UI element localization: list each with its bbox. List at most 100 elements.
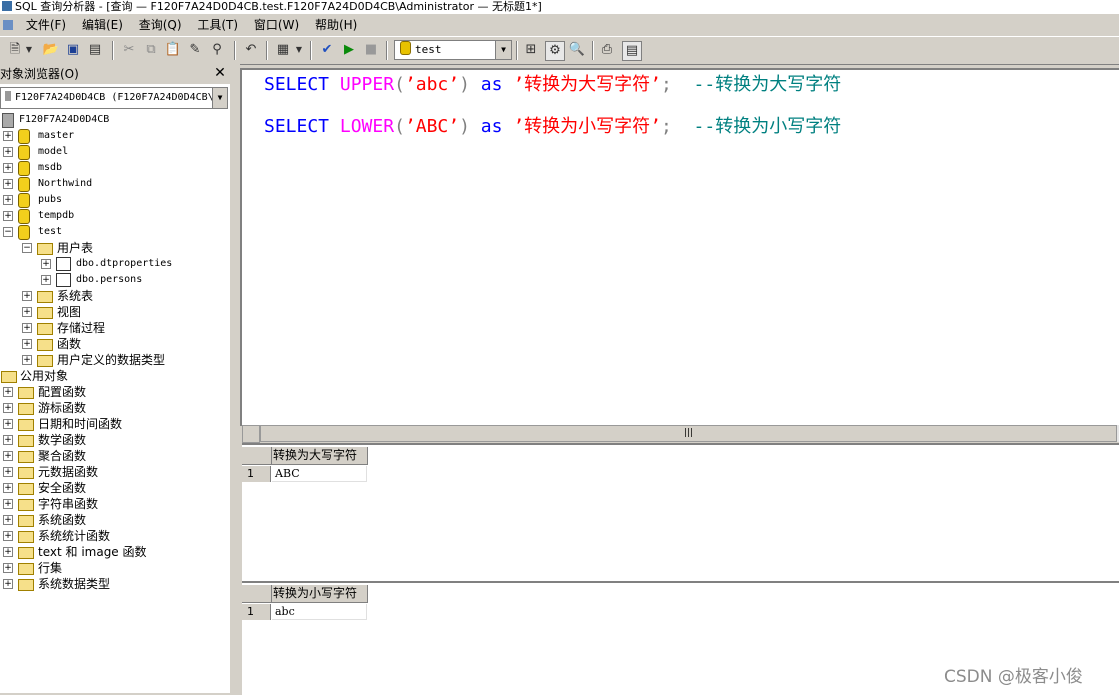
tree-item-label: dbo.dtproperties: [76, 258, 173, 269]
expand-icon[interactable]: +: [3, 419, 13, 429]
menu-edit[interactable]: 编辑(E): [76, 15, 129, 36]
expand-icon[interactable]: +: [41, 275, 51, 285]
expand-icon[interactable]: +: [3, 179, 13, 189]
database-icon: [18, 145, 30, 160]
expand-icon[interactable]: +: [3, 211, 13, 221]
tree-item-label: msdb: [38, 162, 63, 173]
folder-icon: [18, 499, 34, 511]
find-icon[interactable]: ⚲: [208, 41, 226, 59]
folder-icon: [37, 291, 53, 303]
object-browser-icon[interactable]: ⊞: [522, 41, 540, 59]
expand-icon[interactable]: +: [3, 131, 13, 141]
function-name: UPPER: [339, 74, 395, 95]
tree-item-label: F120F7A24D0D4CB: [19, 114, 110, 125]
new-query-icon[interactable]: 🗎: [6, 41, 24, 59]
menu-bar: 文件(F) 编辑(E) 查询(Q) 工具(T) 窗口(W) 帮助(H): [0, 15, 1119, 37]
collapse-icon[interactable]: −: [22, 243, 32, 253]
expand-icon[interactable]: +: [3, 531, 13, 541]
expand-icon[interactable]: +: [3, 195, 13, 205]
expand-icon[interactable]: +: [41, 259, 51, 269]
scroll-left-button[interactable]: [242, 425, 260, 443]
menu-tools[interactable]: 工具(T): [191, 15, 244, 36]
expand-icon[interactable]: +: [3, 435, 13, 445]
row-number[interactable]: 1: [242, 466, 271, 482]
tree-item-label: 游标函数: [38, 401, 87, 415]
row-number[interactable]: 1: [242, 604, 271, 620]
results-pane-icon[interactable]: ▤: [622, 41, 642, 61]
expand-icon[interactable]: +: [3, 499, 13, 509]
cancel-icon[interactable]: ■: [362, 41, 380, 59]
chevron-down-icon[interactable]: ▼: [24, 41, 34, 59]
expand-icon[interactable]: +: [3, 147, 13, 157]
expand-icon[interactable]: +: [22, 323, 32, 333]
expand-icon[interactable]: +: [3, 451, 13, 461]
expand-icon[interactable]: +: [22, 339, 32, 349]
query-editor[interactable]: SELECT UPPER(’abc’) as ’转换为大写字符’; --转换为大…: [240, 68, 1119, 426]
results-mode-icon[interactable]: ▦: [274, 41, 292, 59]
clear-icon[interactable]: ✎: [186, 41, 204, 59]
copy-icon[interactable]: ⧉: [142, 41, 160, 59]
watermark: CSDN @极客小俊: [944, 667, 1083, 687]
expand-icon[interactable]: +: [22, 291, 32, 301]
close-icon[interactable]: ✕: [213, 66, 227, 80]
cut-icon[interactable]: ✂: [120, 41, 138, 59]
save-icon[interactable]: ▣: [64, 41, 82, 59]
expand-icon[interactable]: +: [3, 403, 13, 413]
execute-icon[interactable]: ▶: [340, 41, 358, 59]
code-line-1: SELECT UPPER(’abc’) as ’转换为大写字符’; --转换为大…: [264, 74, 841, 96]
folder-icon: [37, 339, 53, 351]
tree-item-label: 配置函数: [38, 385, 87, 399]
column-header[interactable]: 转换为大写字符: [272, 447, 368, 465]
result-cell[interactable]: abc: [272, 604, 367, 620]
column-header[interactable]: 转换为小写字符: [272, 585, 368, 603]
open-icon[interactable]: 📂: [42, 41, 60, 59]
server-select-value: F120F7A24D0D4CB (F120F7A24D0D4CB\: [15, 92, 214, 103]
undo-icon[interactable]: ↶: [242, 41, 260, 59]
expand-icon[interactable]: +: [3, 563, 13, 573]
grid-corner[interactable]: [242, 447, 272, 465]
current-connection-icon[interactable]: 🔍: [568, 41, 586, 59]
document-icon[interactable]: [3, 20, 13, 30]
punctuation: ;: [661, 74, 672, 95]
menu-help[interactable]: 帮助(H): [309, 15, 363, 36]
expand-icon[interactable]: +: [3, 483, 13, 493]
expand-icon[interactable]: +: [3, 467, 13, 477]
paste-icon[interactable]: 📋: [164, 41, 182, 59]
tree-item-label: 字符串函数: [38, 497, 99, 511]
chevron-down-icon[interactable]: ▼: [212, 88, 227, 108]
chevron-down-icon[interactable]: ▼: [495, 41, 511, 59]
server-select[interactable]: F120F7A24D0D4CB (F120F7A24D0D4CB\ ▼: [0, 87, 228, 109]
expand-icon[interactable]: +: [22, 307, 32, 317]
menu-query[interactable]: 查询(Q): [133, 15, 188, 36]
insert-template-icon[interactable]: ▤: [86, 41, 104, 59]
tree-item-label: master: [38, 130, 75, 141]
expand-icon[interactable]: +: [3, 387, 13, 397]
database-icon: [18, 225, 30, 240]
menu-window[interactable]: 窗口(W): [248, 15, 305, 36]
chevron-down-icon[interactable]: ▼: [294, 41, 304, 59]
result-cell[interactable]: ABC: [272, 466, 367, 482]
expand-icon[interactable]: +: [3, 579, 13, 589]
expand-icon[interactable]: +: [3, 163, 13, 173]
tree-item-label: dbo.persons: [76, 274, 143, 285]
grid-corner[interactable]: [242, 585, 272, 603]
parse-icon[interactable]: ✔: [318, 41, 336, 59]
show-execution-plan-icon[interactable]: ⎙: [598, 41, 616, 59]
editor-horizontal-scrollbar[interactable]: |||: [242, 424, 1119, 443]
sql-comment: --转换为大写字符: [693, 74, 842, 95]
database-select[interactable]: test ▼: [394, 40, 512, 60]
table-icon: [56, 257, 71, 271]
expand-icon[interactable]: +: [3, 515, 13, 525]
collapse-icon[interactable]: −: [3, 227, 13, 237]
scrollbar-thumb[interactable]: |||: [260, 425, 1117, 442]
menu-file[interactable]: 文件(F): [20, 15, 72, 36]
panel-splitter[interactable]: [230, 64, 240, 693]
tree-item-label: 系统统计函数: [38, 529, 111, 543]
tree-item-label: 数学函数: [38, 433, 87, 447]
object-search-icon[interactable]: ⚙: [545, 41, 565, 61]
tree-item-label: model: [38, 146, 69, 157]
expand-icon[interactable]: +: [3, 547, 13, 557]
function-name: LOWER: [339, 116, 395, 137]
database-icon: [400, 41, 411, 55]
expand-icon[interactable]: +: [22, 355, 32, 365]
